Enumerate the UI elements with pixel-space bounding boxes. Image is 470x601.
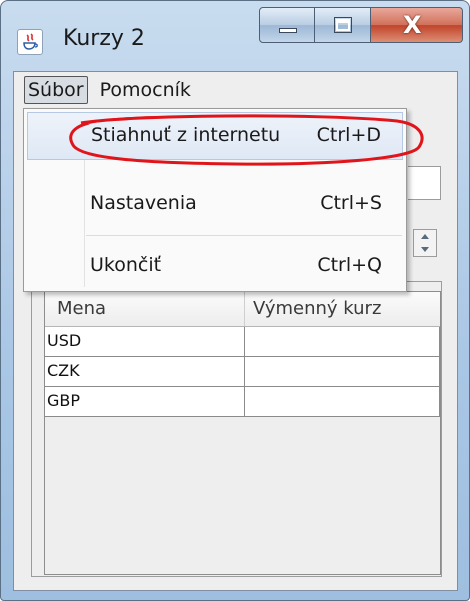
table-row[interactable]: USD [45,327,440,357]
chevron-down-icon[interactable] [419,244,431,255]
table-cell-currency[interactable]: CZK [47,361,80,380]
text-field[interactable] [408,166,441,200]
menu-item-download[interactable]: Stiahnuť z internetu Ctrl+D [27,112,403,160]
column-header-mena[interactable]: Mena [57,298,106,319]
menu-item-label: Stiahnuť z internetu [91,124,281,146]
table-cell-currency[interactable]: USD [47,331,81,350]
table-body: USD CZK GBP [45,327,440,417]
menu-bar: Súbor Pomocník [14,72,457,108]
cell-divider [244,327,245,356]
chevron-up-icon[interactable] [419,231,431,242]
cell-divider [439,387,440,416]
exchange-rate-table[interactable]: Mena Výmenný kurz USD CZK GBP [44,291,441,575]
minimize-icon [279,28,297,33]
menu-separator [86,235,402,236]
maximize-button[interactable] [315,7,371,43]
java-icon[interactable] [17,29,43,55]
table-panel: Mena Výmenný kurz USD CZK GBP [31,281,442,577]
menu-item-shortcut: Ctrl+S [320,192,382,214]
menu-item-shortcut: Ctrl+Q [317,254,382,276]
window-frame: Kurzy 2 X Súbor Pomocník Mena Výmenný ku… [0,0,470,601]
spinner-control[interactable] [413,229,437,257]
menu-item-exit[interactable]: Ukončiť Ctrl+Q [24,243,406,291]
close-icon: X [403,11,422,39]
cell-divider [244,387,245,416]
table-header: Mena Výmenný kurz [45,292,440,327]
menu-item-label: Ukončiť [90,254,162,276]
header-divider [244,292,245,326]
menu-item-settings[interactable]: Nastavenia Ctrl+S [24,181,406,229]
window-controls: X [259,7,463,43]
menu-item-label: Nastavenia [90,192,197,214]
close-button[interactable]: X [371,7,463,43]
window-title: Kurzy 2 [63,26,145,51]
column-header-vymenny-kurz[interactable]: Výmenný kurz [253,298,381,319]
menu-pomocnik[interactable]: Pomocník [96,77,195,103]
table-row[interactable]: CZK [45,357,440,387]
title-bar[interactable]: Kurzy 2 X [1,1,469,71]
minimize-button[interactable] [259,7,315,43]
cell-divider [439,357,440,386]
cell-divider [439,327,440,356]
table-row[interactable]: GBP [45,387,440,417]
menu-subor[interactable]: Súbor [24,76,88,104]
maximize-icon [334,17,352,33]
table-cell-currency[interactable]: GBP [47,391,80,410]
cell-divider [244,357,245,386]
file-menu-popup: Stiahnuť z internetu Ctrl+D Nastavenia C… [23,108,407,292]
menu-item-shortcut: Ctrl+D [316,124,381,146]
